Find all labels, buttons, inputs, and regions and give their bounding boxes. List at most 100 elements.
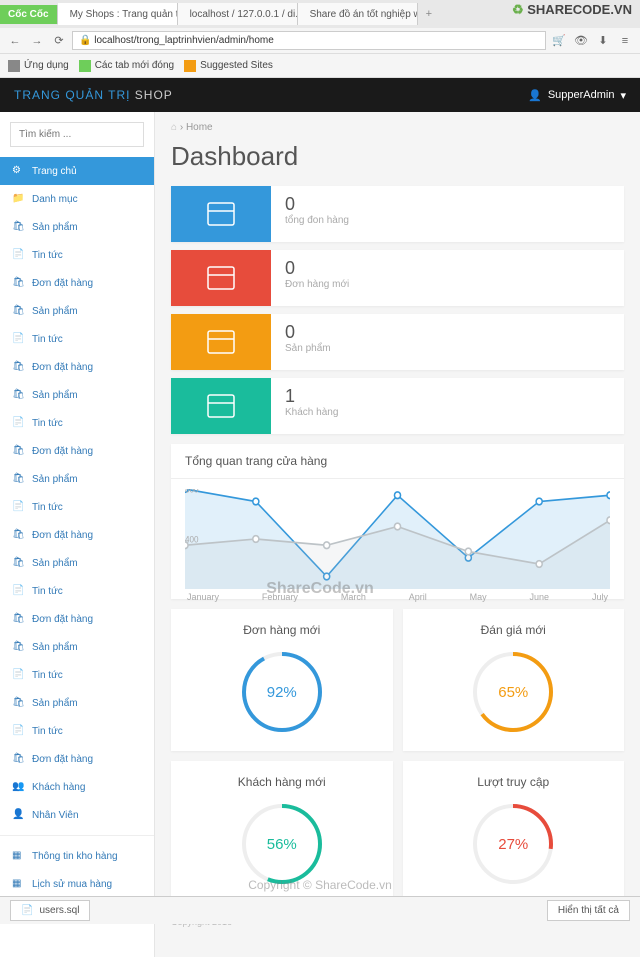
sidebar-item-18[interactable]: 📄Tin tức [0, 661, 154, 689]
show-all-downloads[interactable]: Hiển thị tất cả [547, 900, 630, 921]
watermark-logo: ♻ SHARECODE.VN [512, 2, 632, 18]
svg-text:400: 400 [185, 534, 199, 544]
sidebar-item-8[interactable]: 🛍Sản phẩm [0, 381, 154, 409]
downloads-bar: 📄users.sql Hiển thị tất cả [0, 896, 640, 924]
browser-tab-1[interactable]: localhost / 127.0.0.1 / di...× [178, 3, 298, 25]
stat-icon [171, 378, 271, 434]
mini-title: Khách hàng mới [185, 775, 379, 789]
stat-label: Sản phẩm [285, 343, 331, 354]
user-menu[interactable]: 👤SupperAdmin ▾ [528, 89, 626, 102]
breadcrumb-home[interactable]: Home [186, 122, 213, 133]
sidebar-item-0[interactable]: ⚙Trang chủ [0, 157, 154, 185]
nav-label: Sản phẩm [32, 222, 78, 233]
overview-panel: Tổng quan trang cửa hàng 400800 JanuaryF… [171, 444, 624, 599]
nav-label: Tin tức [32, 250, 63, 261]
sidebar-group2-item-0[interactable]: ▦Thông tin kho hàng [0, 842, 154, 870]
nav-icon: 🛍 [12, 389, 24, 401]
sidebar-item-1[interactable]: 📁Danh mục [0, 185, 154, 213]
sidebar-item-4[interactable]: 🛍Đơn đặt hàng [0, 269, 154, 297]
mini-card-2: Khách hàng mới 56% [171, 761, 393, 903]
sidebar-item-9[interactable]: 📄Tin tức [0, 409, 154, 437]
sidebar-item-11[interactable]: 🛍Sản phẩm [0, 465, 154, 493]
stat-value: 0 [285, 322, 331, 343]
eye-icon[interactable]: 👁 [572, 32, 590, 50]
menu-icon[interactable]: ≡ [616, 32, 634, 50]
home-icon[interactable]: ⌂ [171, 122, 177, 133]
sidebar-item-16[interactable]: 🛍Đơn đặt hàng [0, 605, 154, 633]
download-icon[interactable]: ⬇ [594, 32, 612, 50]
sidebar-item-22[interactable]: 👥Khách hàng [0, 773, 154, 801]
sidebar-item-17[interactable]: 🛍Sản phẩm [0, 633, 154, 661]
file-icon: 📄 [21, 905, 33, 916]
sidebar-item-20[interactable]: 📄 Tin tức [0, 717, 154, 745]
sidebar-item-6[interactable]: 📄Tin tức [0, 325, 154, 353]
stat-value: 0 [285, 194, 349, 215]
nav-icon: 🛍 [12, 361, 24, 373]
sidebar-item-7[interactable]: 🛍 Đơn đặt hàng [0, 353, 154, 381]
mini-title: Lượt truy cập [417, 775, 611, 789]
sidebar-group2-item-1[interactable]: ▦ Lịch sử mua hàng [0, 870, 154, 898]
nav-label: Đơn đặt hàng [32, 754, 93, 765]
donut-value: 27% [468, 799, 558, 889]
url-input[interactable]: 🔒 localhost/trong_laptrinhvien/admin/hom… [72, 31, 546, 50]
nav-label: Tin tức [32, 726, 63, 737]
nav-label: Đơn đặt hàng [32, 530, 93, 541]
sidebar-item-14[interactable]: 🛍Sản phẩm [0, 549, 154, 577]
nav-icon: ▦ [12, 878, 24, 890]
download-file[interactable]: 📄users.sql [10, 900, 90, 921]
stat-card-3: 1Khách hàng [171, 378, 624, 434]
nav-label: Trang chủ [32, 166, 77, 177]
sidebar-item-5[interactable]: 🛍 Sản phẩm [0, 297, 154, 325]
sidebar-item-21[interactable]: 🛍Đơn đặt hàng [0, 745, 154, 773]
stat-card-2: 0Sản phẩm [171, 314, 624, 370]
donut-value: 92% [237, 647, 327, 737]
nav-icon: 👥 [12, 781, 24, 793]
suggested-bookmark[interactable]: Suggested Sites [184, 60, 273, 72]
nav-icon: 📄 [12, 725, 24, 737]
sidebar-item-2[interactable]: 🛍Sản phẩm [0, 213, 154, 241]
search-input[interactable] [10, 122, 144, 147]
reload-button[interactable]: ⟳ [50, 32, 68, 50]
sidebar-item-23[interactable]: 👤Nhân Viên [0, 801, 154, 829]
new-tab-button[interactable]: + [418, 8, 440, 20]
nav-icon: 🛍 [12, 305, 24, 317]
mini-card-3: Lượt truy cập 27% [403, 761, 625, 903]
tab-label: Share đồ án tốt nghiệp w... [310, 9, 418, 20]
nav-label: Sản phẩm [32, 306, 78, 317]
browser-tab-0[interactable]: My Shops : Trang quản tr...× [58, 3, 178, 25]
address-bar: ← → ⟳ 🔒 localhost/trong_laptrinhvien/adm… [0, 28, 640, 54]
sidebar-item-3[interactable]: 📄Tin tức [0, 241, 154, 269]
donut-chart: 27% [468, 799, 558, 889]
tabs-bookmark[interactable]: Các tab mới đóng [79, 60, 174, 72]
browser-tab-2[interactable]: Share đồ án tốt nghiệp w...× [298, 3, 418, 25]
folder-icon [79, 60, 91, 72]
nav-label: Đơn đặt hàng [32, 362, 93, 373]
sidebar-item-13[interactable]: 🛍Đơn đặt hàng [0, 521, 154, 549]
sidebar-item-12[interactable]: 📄Tin tức [0, 493, 154, 521]
nav-icon: 🛍 [12, 445, 24, 457]
stat-icon [171, 250, 271, 306]
stat-label: Khách hàng [285, 407, 338, 418]
nav-icon: 🛍 [12, 473, 24, 485]
nav-label: Đơn đặt hàng [32, 278, 93, 289]
stat-label: Đơn hàng mới [285, 279, 349, 290]
sidebar-item-19[interactable]: 🛍Sản phẩm [0, 689, 154, 717]
nav-icon: ▦ [12, 850, 24, 862]
apps-bookmark[interactable]: Ứng dụng [8, 60, 69, 72]
nav-icon: 📄 [12, 669, 24, 681]
browser-brand: Cốc Cốc [0, 5, 58, 24]
donut-chart: 56% [237, 799, 327, 889]
nav-label: Lịch sử mua hàng [32, 879, 112, 890]
nav-icon: 🛍 [12, 557, 24, 569]
forward-button[interactable]: → [28, 32, 46, 50]
cart-icon[interactable]: 🛒 [550, 32, 568, 50]
nav-icon: 🛍 [12, 613, 24, 625]
star-icon [184, 60, 196, 72]
nav-icon: 📁 [12, 193, 24, 205]
back-button[interactable]: ← [6, 32, 24, 50]
nav-label: Tin tức [32, 418, 63, 429]
sidebar-item-10[interactable]: 🛍Đơn đặt hàng [0, 437, 154, 465]
user-icon: 👤 [528, 89, 542, 102]
page-title: Dashboard [171, 141, 624, 172]
sidebar-item-15[interactable]: 📄Tin tức [0, 577, 154, 605]
